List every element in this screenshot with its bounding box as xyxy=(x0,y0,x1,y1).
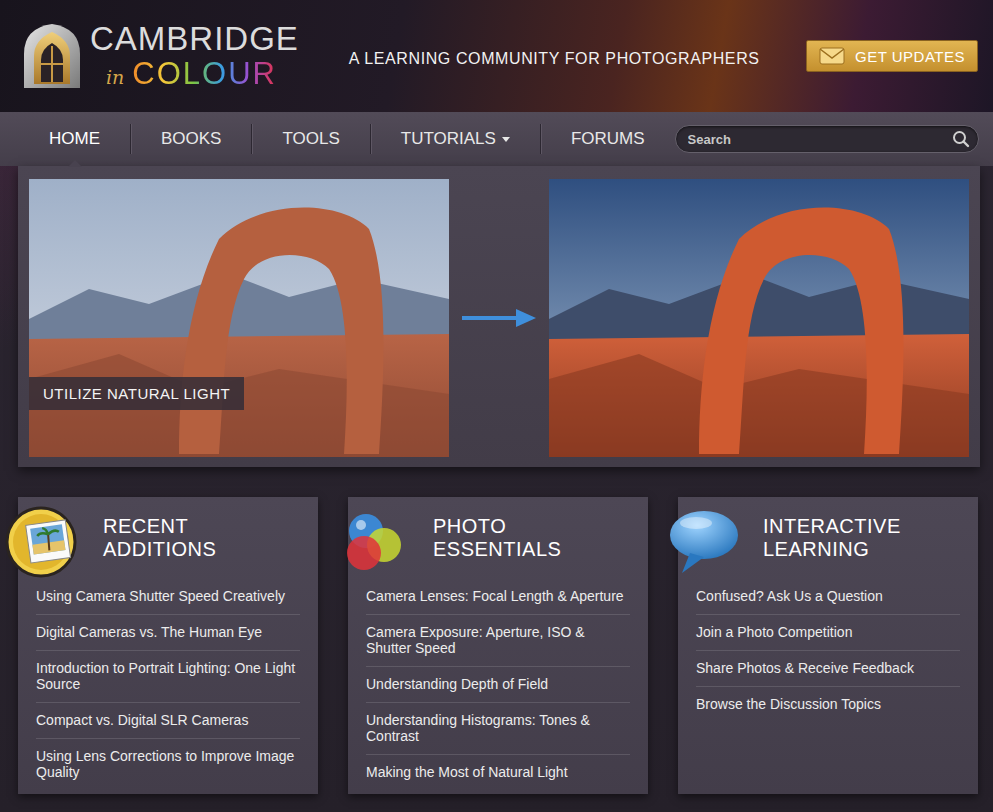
link-list: Camera Lenses: Focal Length & ApertureCa… xyxy=(366,579,630,790)
logo-name: CAMBRIDGE xyxy=(90,21,299,57)
link-list: Using Camera Shutter Speed CreativelyDig… xyxy=(36,579,300,790)
nav-item[interactable]: TOOLS xyxy=(252,124,370,154)
get-updates-button[interactable]: GET UPDATES xyxy=(806,40,978,72)
panel-link[interactable]: Compact vs. Digital SLR Cameras xyxy=(36,703,300,739)
panel-link[interactable]: Browse the Discussion Topics xyxy=(696,687,960,722)
feature-panel: RECENTADDITIONSUsing Camera Shutter Spee… xyxy=(18,497,318,794)
nav-item[interactable]: HOME xyxy=(19,124,131,154)
dropdown-caret-icon xyxy=(502,137,510,142)
panel-link[interactable]: Camera Exposure: Aperture, ISO & Shutter… xyxy=(366,615,630,667)
page: CAMBRIDGE in COLOUR A LEARNING COMMUNITY FO… xyxy=(0,0,993,812)
tagline: A LEARNING COMMUNITY FOR PHOTOGRAPHERS xyxy=(349,50,760,68)
main-nav: HOMEBOOKSTOOLSTUTORIALSFORUMS xyxy=(0,112,993,166)
panel-link[interactable]: Join a Photo Competition xyxy=(696,615,960,651)
photo[interactable] xyxy=(549,179,969,457)
panel-link[interactable]: Understanding Histograms: Tones & Contra… xyxy=(366,703,630,755)
feature-panel: PHOTOESSENTIALS Camera Lenses: Focal Leng… xyxy=(348,497,648,794)
panel-link[interactable]: Understanding Depth of Field xyxy=(366,667,630,703)
rock-arch-photo xyxy=(29,179,449,457)
right-arrow-icon xyxy=(460,307,538,329)
search-input[interactable] xyxy=(688,127,952,152)
cathedral-window-icon xyxy=(20,22,84,90)
panel-link[interactable]: Camera Lenses: Focal Length & Aperture xyxy=(366,579,630,615)
panel-link[interactable]: Digital Cameras vs. The Human Eye xyxy=(36,615,300,651)
panel-title: PHOTOESSENTIALS xyxy=(366,515,630,563)
panel-link[interactable]: Using Lens Corrections to Improve Image … xyxy=(36,739,300,790)
photo-badge-icon xyxy=(4,503,82,581)
search-field xyxy=(675,125,979,153)
hero-slider: UTILIZE NATURAL LIGHT xyxy=(18,166,980,467)
panel-link[interactable]: Confused? Ask Us a Question xyxy=(696,579,960,615)
nav-item[interactable]: FORUMS xyxy=(541,124,675,154)
slide-caption: UTILIZE NATURAL LIGHT xyxy=(29,377,244,410)
nav-item[interactable]: TUTORIALS xyxy=(371,124,541,154)
link-list: Confused? Ask Us a QuestionJoin a Photo … xyxy=(696,579,960,722)
nav-item[interactable]: BOOKS xyxy=(131,124,252,154)
site-header: CAMBRIDGE in COLOUR A LEARNING COMMUNITY FO… xyxy=(0,0,993,112)
rock-arch-photo xyxy=(549,179,969,457)
arrow xyxy=(449,307,549,329)
logo[interactable]: CAMBRIDGE in COLOUR xyxy=(20,21,299,91)
feature-panel: INTERACTIVELEARNINGConfused? Ask Us a Qu… xyxy=(678,497,978,794)
logo-colour: COLOUR xyxy=(132,57,277,91)
envelope-icon xyxy=(819,46,845,66)
panel-link[interactable]: Making the Most of Natural Light xyxy=(366,755,630,790)
magnifier-icon[interactable] xyxy=(952,130,970,148)
speech-bubble-icon xyxy=(664,503,742,581)
color-circles-icon xyxy=(334,503,412,581)
photo[interactable]: UTILIZE NATURAL LIGHT xyxy=(29,179,449,457)
panel-link[interactable]: Introduction to Portrait Lighting: One L… xyxy=(36,651,300,703)
logo-joiner: in xyxy=(106,66,124,88)
feature-panels: RECENTADDITIONSUsing Camera Shutter Spee… xyxy=(18,497,978,794)
panel-link[interactable]: Share Photos & Receive Feedback xyxy=(696,651,960,687)
panel-link[interactable]: Using Camera Shutter Speed Creatively xyxy=(36,579,300,615)
